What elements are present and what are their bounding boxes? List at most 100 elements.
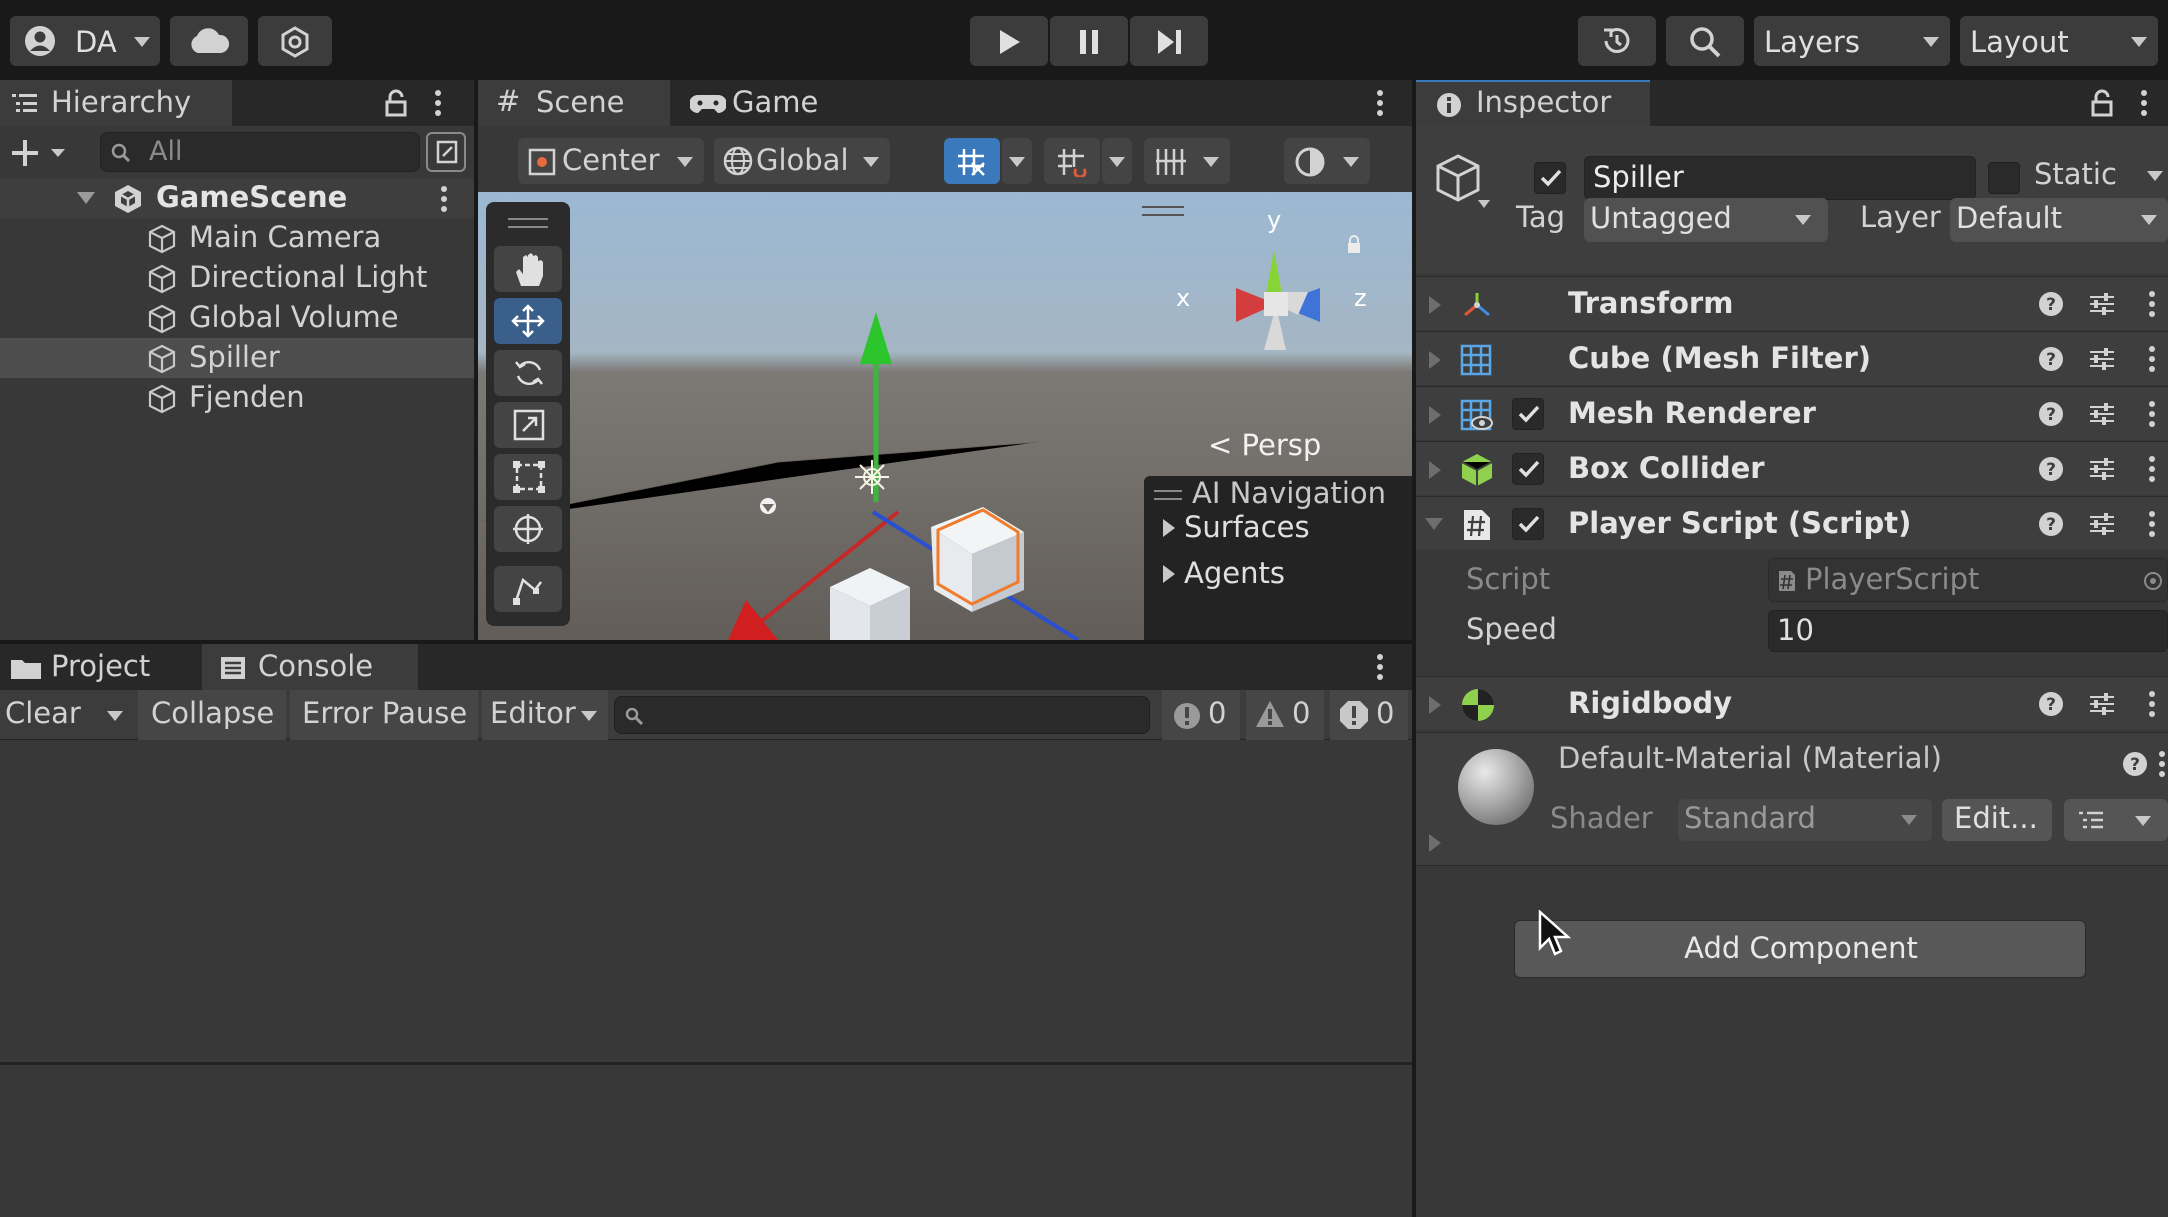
kebab-menu-icon[interactable] [440, 186, 448, 212]
clear-button[interactable]: Clear [0, 690, 94, 740]
tab-project[interactable]: Project [0, 644, 196, 690]
component-mesh-filter[interactable]: Cube (Mesh Filter) ? [1416, 331, 2168, 385]
help-icon[interactable]: ? [2038, 346, 2064, 372]
kebab-menu-icon[interactable] [2148, 511, 2156, 537]
scene-viewport[interactable]: y x z < Persp AI Navigation Surfaces Age… [478, 192, 1412, 640]
edit-shader-button[interactable]: Edit... [1942, 799, 2052, 841]
preset-sliders-icon[interactable] [2088, 456, 2116, 482]
orientation-gizmo-icon[interactable] [1178, 220, 1368, 380]
layers-dropdown[interactable]: Layers [1754, 16, 1950, 66]
list-item[interactable]: Global Volume [0, 298, 474, 338]
help-icon[interactable]: ? [2122, 751, 2148, 777]
component-rigidbody[interactable]: Rigidbody ? [1416, 676, 2168, 730]
panel-splitter-vertical[interactable] [1412, 80, 1416, 1217]
panel-splitter-horizontal[interactable] [0, 640, 1412, 644]
create-button[interactable] [6, 132, 72, 172]
play-button[interactable] [970, 16, 1048, 66]
enabled-checkbox[interactable] [1512, 398, 1544, 430]
console-search-input[interactable] [614, 696, 1150, 734]
overlay-item-agents[interactable]: Agents [1184, 556, 1285, 590]
help-icon[interactable]: ? [2038, 401, 2064, 427]
grid-snap-dropdown[interactable] [1002, 138, 1032, 184]
chevron-down-icon[interactable] [2146, 170, 2164, 182]
kebab-menu-icon[interactable] [2148, 401, 2156, 427]
kebab-menu-icon[interactable] [2148, 691, 2156, 717]
rect-tool[interactable] [494, 454, 562, 500]
help-icon[interactable]: ? [2038, 511, 2064, 537]
kebab-menu-icon[interactable] [1376, 653, 1384, 681]
increment-snap-toggle[interactable] [1044, 138, 1100, 184]
enabled-checkbox[interactable] [1512, 453, 1544, 485]
increment-snap-dropdown[interactable] [1102, 138, 1132, 184]
scene-search-button[interactable] [426, 132, 466, 172]
info-filter-toggle[interactable]: 0 [1162, 690, 1240, 740]
list-item[interactable]: Fjenden [0, 378, 474, 418]
active-checkbox[interactable] [1534, 162, 1566, 194]
grid-snap-toggle[interactable] [944, 138, 1000, 184]
warning-filter-toggle[interactable]: 0 [1246, 690, 1324, 740]
transform-tool[interactable] [494, 506, 562, 552]
error-filter-toggle[interactable]: 0 [1330, 690, 1408, 740]
help-icon[interactable]: ? [2038, 456, 2064, 482]
overlay-item-surfaces[interactable]: Surfaces [1184, 510, 1310, 544]
object-name-field[interactable]: Spiller [1584, 156, 1976, 200]
kebab-menu-icon[interactable] [2140, 89, 2148, 117]
kebab-menu-icon[interactable] [1376, 89, 1384, 117]
list-item-selected[interactable]: Spiller [0, 338, 474, 378]
kebab-menu-icon[interactable] [2148, 291, 2156, 317]
error-pause-toggle[interactable]: Error Pause [290, 690, 478, 740]
hierarchy-search-input[interactable]: All [100, 132, 420, 172]
component-transform[interactable]: Transform ? [1416, 276, 2168, 330]
help-icon[interactable]: ? [2038, 691, 2064, 717]
add-component-button[interactable]: Add Component [1514, 920, 2086, 978]
list-item[interactable]: Directional Light [0, 258, 474, 298]
kebab-menu-icon[interactable] [434, 89, 442, 117]
preset-sliders-icon[interactable] [2088, 346, 2116, 372]
step-button[interactable] [1130, 16, 1208, 66]
script-object-field[interactable]: PlayerScript [1768, 558, 2168, 602]
material-preview[interactable] [1458, 749, 1534, 825]
layer-dropdown[interactable]: Default [1950, 198, 2168, 242]
preset-sliders-icon[interactable] [2088, 401, 2116, 427]
material-options-dropdown[interactable] [2064, 799, 2168, 841]
lock-icon[interactable] [2090, 89, 2114, 117]
move-tool[interactable] [494, 298, 562, 344]
preset-sliders-icon[interactable] [2088, 511, 2116, 537]
palette-handle[interactable] [508, 218, 548, 228]
persp-label[interactable]: < Persp [1208, 428, 1321, 462]
shader-dropdown[interactable]: Standard [1678, 799, 1932, 841]
component-mesh-renderer[interactable]: Mesh Renderer ? [1416, 386, 2168, 440]
custom-tool[interactable] [494, 566, 562, 612]
tab-console[interactable]: Console [202, 644, 418, 690]
preset-sliders-icon[interactable] [2088, 291, 2116, 317]
help-icon[interactable]: ? [2038, 291, 2064, 317]
kebab-menu-icon[interactable] [2158, 751, 2166, 777]
cloud-button[interactable] [170, 16, 248, 66]
component-box-collider[interactable]: Box Collider ? [1416, 441, 2168, 495]
overlay-handle[interactable] [1142, 206, 1184, 216]
kebab-menu-icon[interactable] [2148, 346, 2156, 372]
lock-icon[interactable] [384, 89, 408, 117]
account-dropdown[interactable]: DA [10, 16, 160, 66]
scene-header-row[interactable]: GameScene [0, 178, 474, 218]
component-player-script[interactable]: Player Script (Script) ? [1416, 496, 2168, 550]
panel-splitter-hierarchy[interactable] [474, 80, 478, 644]
hand-tool[interactable] [494, 246, 562, 292]
scale-tool[interactable] [494, 402, 562, 448]
tab-inspector[interactable]: Inspector [1416, 80, 1650, 126]
object-picker-icon[interactable] [2143, 571, 2163, 591]
history-button[interactable] [1578, 16, 1656, 66]
expand-right-icon[interactable] [1428, 833, 1442, 853]
rotate-tool[interactable] [494, 350, 562, 396]
space-dropdown[interactable]: Global [714, 138, 890, 184]
tab-hierarchy[interactable]: Hierarchy [0, 80, 232, 126]
pause-button[interactable] [1050, 16, 1128, 66]
preset-sliders-icon[interactable] [2088, 691, 2116, 717]
collapse-toggle[interactable]: Collapse [138, 690, 286, 740]
layout-dropdown[interactable]: Layout [1960, 16, 2158, 66]
editor-dropdown[interactable]: Editor [482, 690, 608, 740]
static-checkbox[interactable] [1988, 162, 2020, 194]
overlay-drag-handle[interactable] [1154, 490, 1182, 500]
expand-right-icon[interactable] [1162, 564, 1176, 584]
draw-mode-dropdown[interactable] [1284, 138, 1370, 184]
